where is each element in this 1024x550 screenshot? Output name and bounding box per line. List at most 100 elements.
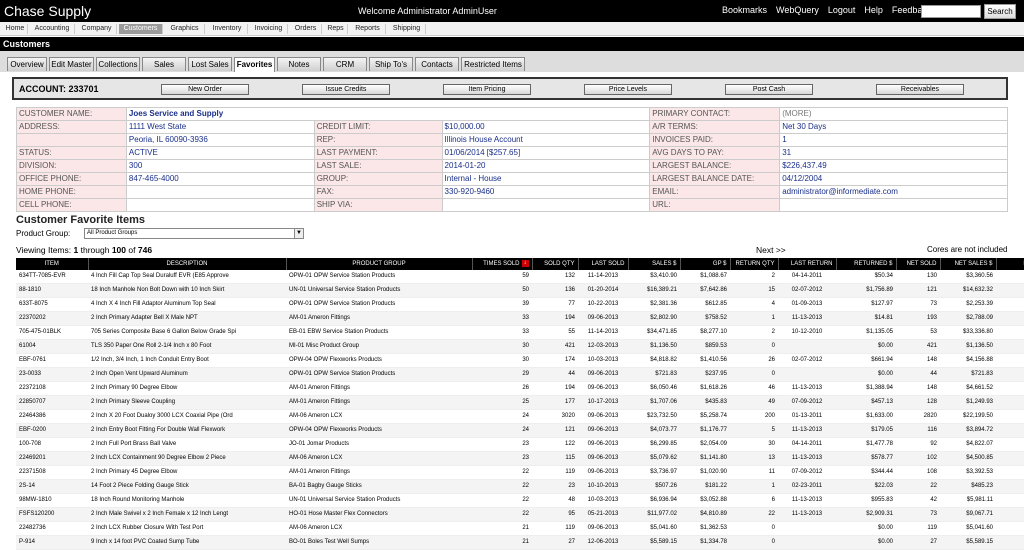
col-last-return[interactable]: LAST RETURN: [778, 258, 837, 270]
cell-description: 2 Inch Primary Adapter Bell X Male NPT: [88, 311, 286, 327]
post-cash-button[interactable]: Post Cash: [725, 84, 813, 95]
search-button[interactable]: Search: [984, 4, 1016, 19]
table-row[interactable]: 22482736 2 Inch LCX Rubber Closure With T…: [16, 521, 1024, 537]
cell-item[interactable]: EBF-0200: [16, 423, 88, 439]
col-item[interactable]: ITEM: [16, 258, 89, 270]
receivables-button[interactable]: Receivables: [876, 84, 964, 95]
nav-reps[interactable]: Reps: [324, 24, 348, 34]
cell-returned: $1,633.00: [836, 409, 896, 425]
col-last-sold[interactable]: LAST SOLD: [578, 258, 629, 270]
tab-favorites[interactable]: Favorites: [234, 57, 275, 72]
cell-item[interactable]: 22372108: [16, 381, 88, 397]
col-product-group[interactable]: PRODUCT GROUP: [286, 258, 473, 270]
nav-shipping[interactable]: Shipping: [388, 24, 426, 34]
logout-link[interactable]: Logout: [828, 5, 856, 16]
table-row[interactable]: FSFS120200 2 Inch Male Swivel x 2 Inch Fe…: [16, 507, 1024, 523]
table-row[interactable]: P-914 9 Inch x 14 foot PVC Coated Sump Tu…: [16, 535, 1024, 550]
tab-ship-tos[interactable]: Ship To's: [369, 57, 413, 71]
col-net-sales[interactable]: NET SALES $: [940, 258, 997, 270]
item-pricing-button[interactable]: Item Pricing: [443, 84, 531, 95]
nav-inventory[interactable]: Inventory: [207, 24, 248, 34]
cell-item[interactable]: 98MW-1810: [16, 493, 88, 509]
nav-accounting[interactable]: Accounting: [30, 24, 75, 34]
table-row[interactable]: 61004 TLS 350 Paper One Roll 2-1/4 Inch x…: [16, 339, 1024, 355]
cell-item[interactable]: 634TT-7085-EVR: [16, 270, 88, 285]
table-row[interactable]: 23-0033 2 Inch Open Vent Upward Aluminum O…: [16, 367, 1024, 383]
table-row[interactable]: 633T-8075 4 Inch X 4 Inch Fill Adaptor Al…: [16, 297, 1024, 313]
tab-collections[interactable]: Collections: [96, 57, 140, 71]
cell-item[interactable]: 22482736: [16, 521, 88, 537]
price-levels-button[interactable]: Price Levels: [584, 84, 672, 95]
search-input[interactable]: [921, 5, 981, 18]
col-sold-qty[interactable]: SOLD QTY: [532, 258, 579, 270]
col-net-sold[interactable]: NET SOLD: [896, 258, 941, 270]
tab-edit-master[interactable]: Edit Master: [49, 57, 94, 71]
cell-net-sales: $4,661.52: [940, 381, 996, 397]
cell-last-sold: 09-06-2013: [578, 451, 628, 467]
new-order-button[interactable]: New Order: [161, 84, 249, 95]
col-gp[interactable]: GP $: [680, 258, 731, 270]
cell-item[interactable]: 23-0033: [16, 367, 88, 383]
col-description[interactable]: DESCRIPTION: [88, 258, 287, 270]
cell-item[interactable]: 22469201: [16, 451, 88, 467]
tab-lost-sales[interactable]: Lost Sales: [188, 57, 232, 71]
issue-credits-button[interactable]: Issue Credits: [302, 84, 390, 95]
cell-item[interactable]: 2S-14: [16, 479, 88, 495]
nav-reports[interactable]: Reports: [350, 24, 386, 34]
cell-net-gp: $1,256.62: [996, 381, 1024, 397]
cell-return-qty: 11: [730, 465, 778, 481]
tab-notes[interactable]: Notes: [277, 57, 321, 71]
table-row[interactable]: 22464386 2 Inch X 20 Foot Dualoy 3000 LCX…: [16, 409, 1024, 425]
table-row[interactable]: 22850707 2 Inch Primary Sleeve Coupling AM…: [16, 395, 1024, 411]
cell-item[interactable]: 22464386: [16, 409, 88, 425]
cell-item[interactable]: 88-1810: [16, 283, 88, 299]
help-link[interactable]: Help: [864, 5, 883, 16]
table-row[interactable]: 22371508 2 Inch Primary 45 Degree Elbow AM…: [16, 465, 1024, 481]
col-return-qty[interactable]: RETURN QTY: [730, 258, 779, 270]
table-row[interactable]: EBF-0761 1/2 Inch, 3/4 Inch, 1 Inch Condu…: [16, 353, 1024, 369]
table-row[interactable]: 88-1810 18 Inch Manhole Non Bolt Down wit…: [16, 283, 1024, 299]
bookmarks-link[interactable]: Bookmarks: [722, 5, 767, 16]
cell-item[interactable]: P-914: [16, 535, 88, 550]
nav-graphics[interactable]: Graphics: [165, 24, 205, 34]
primary-contact-more-link[interactable]: (MORE): [779, 107, 1008, 121]
cell-item[interactable]: 61004: [16, 339, 88, 355]
col-sales[interactable]: SALES $: [628, 258, 681, 270]
cell-item[interactable]: 22850707: [16, 395, 88, 411]
email-link[interactable]: administrator@informediate.com: [779, 185, 1008, 199]
table-row[interactable]: 22372108 2 Inch Primary 90 Degree Elbow AM…: [16, 381, 1024, 397]
group: Internal - House: [441, 172, 651, 186]
cell-item[interactable]: 22371508: [16, 465, 88, 481]
table-row[interactable]: 100-708 2 Inch Full Port Brass Ball Valve…: [16, 437, 1024, 453]
next-page-link[interactable]: Next >>: [756, 245, 786, 255]
tab-sales[interactable]: Sales: [142, 57, 186, 71]
cell-item[interactable]: FSFS120200: [16, 507, 88, 523]
table-row[interactable]: 22469201 2 Inch LCX Containment 90 Degree…: [16, 451, 1024, 467]
tab-contacts[interactable]: Contacts: [415, 57, 459, 71]
nav-customers[interactable]: Customers: [119, 24, 163, 34]
cell-item[interactable]: 100-708: [16, 437, 88, 453]
cell-phone-label: CELL PHONE:: [16, 198, 127, 212]
cell-item[interactable]: EBF-0761: [16, 353, 88, 369]
nav-home[interactable]: Home: [3, 24, 28, 34]
col-times-sold[interactable]: TIMES SOLD ↓: [472, 258, 533, 270]
tab-overview[interactable]: Overview: [7, 57, 47, 71]
tab-restricted-items[interactable]: Restricted Items: [461, 57, 525, 71]
nav-orders[interactable]: Orders: [290, 24, 322, 34]
webquery-link[interactable]: WebQuery: [776, 5, 819, 16]
table-row[interactable]: 634TT-7085-EVR 4 Inch Fill Cap Top Seal D…: [16, 270, 1024, 285]
table-row[interactable]: 705-475-01BLK 705 Series Composite Base 6…: [16, 325, 1024, 341]
table-row[interactable]: 22370202 2 Inch Primary Adapter Bell X Ma…: [16, 311, 1024, 327]
col-returned[interactable]: RETURNED $: [836, 258, 897, 270]
cell-item[interactable]: 22370202: [16, 311, 88, 327]
cell-item[interactable]: 705-475-01BLK: [16, 325, 88, 341]
col-net-gp[interactable]: NET GP $: [996, 258, 1024, 270]
cell-item[interactable]: 633T-8075: [16, 297, 88, 313]
table-row[interactable]: EBF-0200 2 Inch Entry Boot Fitting For Do…: [16, 423, 1024, 439]
nav-company[interactable]: Company: [77, 24, 117, 34]
table-row[interactable]: 98MW-1810 18 Inch Round Monitoring Manhol…: [16, 493, 1024, 509]
product-group-select[interactable]: All Product Groups ▼: [84, 228, 304, 239]
table-row[interactable]: 2S-14 14 Foot 2 Piece Folding Gauge Stick…: [16, 479, 1024, 495]
nav-invoicing[interactable]: Invoicing: [250, 24, 288, 34]
tab-crm[interactable]: CRM: [323, 57, 367, 71]
